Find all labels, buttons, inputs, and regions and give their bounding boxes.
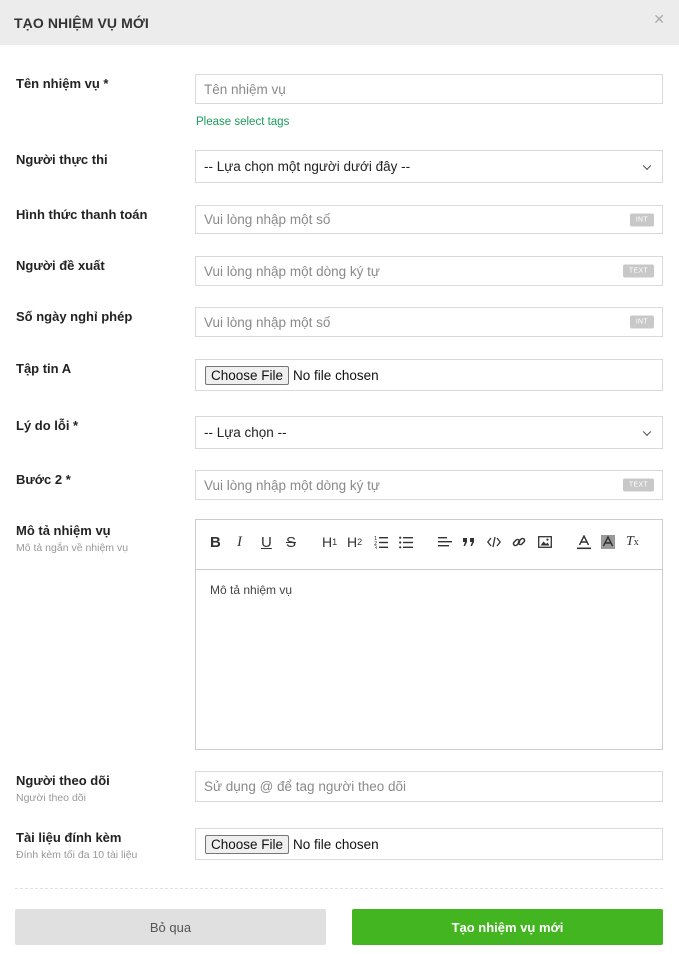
description-editor: B I U S H1 H2 123 Tx Mô tả nhiệm vụ bbox=[195, 519, 663, 750]
create-task-button[interactable]: Tạo nhiệm vụ mới bbox=[352, 909, 663, 945]
cancel-button[interactable]: Bỏ qua bbox=[15, 909, 326, 945]
payment-input[interactable] bbox=[196, 206, 662, 233]
payment-label: Hình thức thanh toán bbox=[16, 207, 148, 222]
leave-days-label: Số ngày nghỉ phép bbox=[16, 309, 133, 324]
attachments-label: Tài liệu đính kèm bbox=[16, 830, 122, 845]
heading1-letter: H bbox=[322, 534, 333, 550]
bullet-list-icon[interactable] bbox=[399, 533, 413, 551]
underline-icon[interactable]: U bbox=[261, 533, 272, 551]
heading2-level: 2 bbox=[357, 537, 363, 547]
italic-icon[interactable]: I bbox=[237, 533, 242, 551]
image-icon[interactable] bbox=[538, 533, 552, 551]
attachments-choose-button[interactable]: Choose File bbox=[205, 834, 290, 854]
chevron-down-icon bbox=[642, 427, 652, 436]
clear-format-icon[interactable]: Tx bbox=[626, 533, 639, 551]
step2-input[interactable] bbox=[196, 471, 662, 499]
modal-title: TẠO NHIỆM VỤ MỚI bbox=[14, 15, 149, 31]
close-icon[interactable]: ✕ bbox=[653, 11, 665, 28]
link-icon[interactable] bbox=[512, 533, 526, 551]
file-a-choose-button[interactable]: Choose File bbox=[205, 365, 290, 385]
strikethrough-icon[interactable]: S bbox=[286, 533, 296, 551]
heading1-level: 1 bbox=[332, 537, 338, 547]
error-reason-select[interactable]: -- Lựa chọn -- bbox=[195, 416, 663, 449]
modal-header: TẠO NHIỆM VỤ MỚI ✕ bbox=[0, 0, 679, 45]
text-badge: TEXT bbox=[622, 478, 654, 492]
description-sublabel: Mô tả ngắn về nhiệm vụ bbox=[16, 542, 129, 554]
text-color-icon[interactable] bbox=[577, 533, 591, 551]
background-color-icon[interactable] bbox=[601, 533, 615, 551]
assignee-select[interactable]: -- Lựa chọn một người dưới đây -- bbox=[195, 150, 663, 183]
clear-format-letter: T bbox=[626, 534, 634, 549]
align-left-icon[interactable] bbox=[438, 533, 452, 551]
chevron-down-icon bbox=[642, 161, 652, 170]
assignee-selected-value: -- Lựa chọn một người dưới đây -- bbox=[204, 159, 411, 174]
followers-sublabel: Người theo dõi bbox=[16, 792, 86, 804]
leave-days-field[interactable]: INT bbox=[195, 307, 663, 337]
proposer-label: Người đề xuất bbox=[16, 258, 105, 273]
select-tags-link[interactable]: Please select tags bbox=[196, 116, 289, 128]
svg-text:3: 3 bbox=[374, 546, 377, 550]
heading2-letter: H bbox=[347, 534, 358, 550]
bold-icon[interactable]: B bbox=[210, 533, 221, 551]
proposer-input[interactable] bbox=[196, 257, 662, 285]
file-a-status: No file chosen bbox=[293, 367, 379, 383]
attachments-field: Choose File No file chosen bbox=[195, 828, 663, 860]
code-icon[interactable] bbox=[487, 533, 501, 551]
description-label: Mô tả nhiệm vụ bbox=[16, 523, 111, 538]
payment-field[interactable]: INT bbox=[195, 205, 663, 234]
error-reason-label: Lý do lỗi * bbox=[16, 418, 79, 433]
clear-format-sub: x bbox=[633, 536, 639, 548]
step2-field[interactable]: TEXT bbox=[195, 470, 663, 500]
followers-input[interactable] bbox=[196, 772, 662, 801]
assignee-label: Người thực thi bbox=[16, 152, 108, 167]
int-badge: INT bbox=[629, 213, 654, 226]
proposer-field[interactable]: TEXT bbox=[195, 256, 663, 286]
attachments-sublabel: Đính kèm tối đa 10 tài liệu bbox=[16, 849, 138, 861]
task-name-field[interactable] bbox=[195, 74, 663, 104]
ordered-list-icon[interactable]: 123 bbox=[374, 533, 388, 551]
file-a-field: Choose File No file chosen bbox=[195, 359, 663, 391]
followers-field[interactable] bbox=[195, 771, 663, 802]
file-a-label: Tập tin A bbox=[16, 361, 72, 376]
editor-toolbar: B I U S H1 H2 123 Tx bbox=[196, 520, 662, 570]
heading2-icon[interactable]: H2 bbox=[347, 533, 362, 551]
attachments-status: No file chosen bbox=[293, 836, 379, 852]
task-name-label: Tên nhiệm vụ * bbox=[16, 76, 109, 91]
error-reason-selected-value: -- Lựa chọn -- bbox=[204, 425, 287, 440]
task-name-input[interactable] bbox=[196, 75, 662, 103]
footer-divider bbox=[15, 888, 663, 889]
text-badge: TEXT bbox=[622, 264, 654, 278]
description-editor-body[interactable]: Mô tả nhiệm vụ bbox=[196, 570, 662, 610]
followers-label: Người theo dõi bbox=[16, 773, 110, 788]
heading1-icon[interactable]: H1 bbox=[322, 533, 337, 551]
int-badge: INT bbox=[629, 315, 654, 329]
leave-days-input[interactable] bbox=[196, 308, 662, 336]
step2-label: Bước 2 * bbox=[16, 472, 71, 487]
blockquote-icon[interactable] bbox=[462, 533, 476, 551]
